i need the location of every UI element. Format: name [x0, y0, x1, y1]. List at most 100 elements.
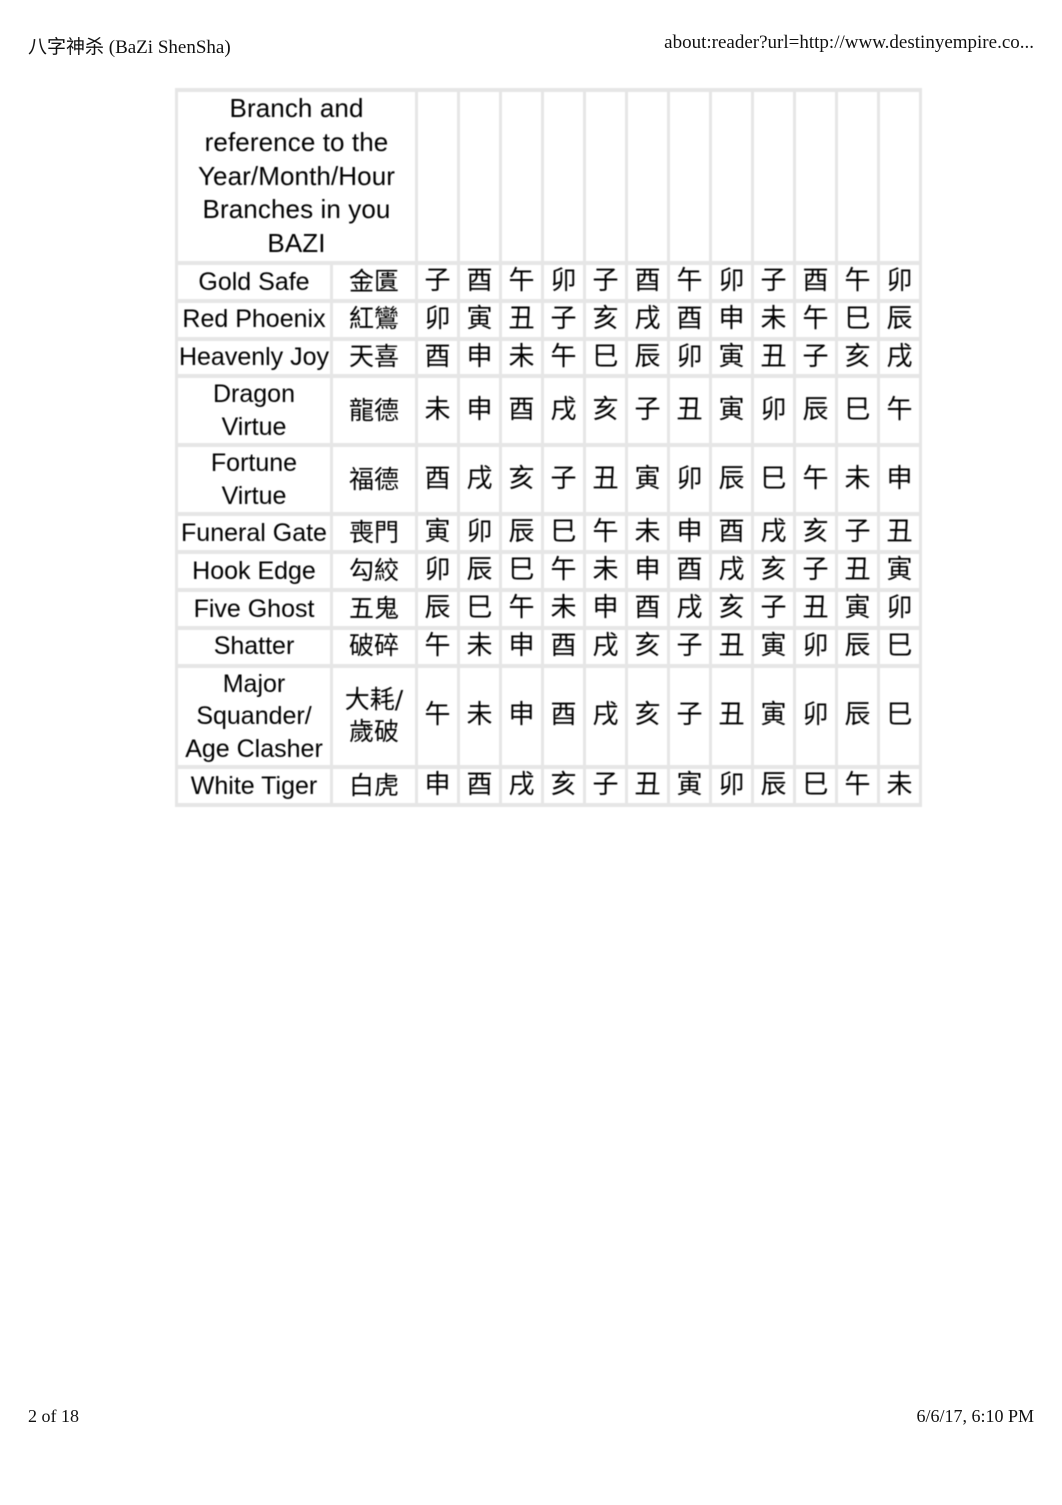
branch-cell: 未 [838, 447, 878, 513]
branch-cell: 辰 [838, 629, 878, 664]
branch-cell: 巳 [544, 516, 584, 551]
branch-cell: 亥 [586, 378, 626, 444]
table-row: Fortune Virtue 福德酉戌亥子丑寅卯辰巳午未申 [178, 447, 920, 513]
star-name-cell: Heavenly Joy [178, 340, 330, 375]
branch-cell: 戌 [670, 591, 710, 626]
star-chinese-cell: 紅鸞 [333, 302, 416, 337]
branch-cell: 酉 [418, 447, 458, 513]
branch-cell: 酉 [712, 516, 752, 551]
table-header-branch-blank [712, 92, 752, 261]
branch-cell: 申 [586, 591, 626, 626]
branch-cell: 午 [544, 554, 584, 588]
branch-cell: 寅 [670, 769, 710, 803]
branch-cell: 亥 [628, 667, 668, 766]
branch-cell: 卯 [796, 667, 836, 766]
branch-cell: 申 [628, 554, 668, 588]
table-row: Red Phoenix 紅鸞卯寅丑子亥戌酉申未午巳辰 [178, 302, 920, 337]
star-name-cell: Hook Edge [178, 554, 330, 588]
branch-cell: 子 [838, 516, 878, 551]
branch-cell: 酉 [628, 591, 668, 626]
branch-cell: 子 [586, 264, 626, 299]
branch-cell: 午 [502, 264, 542, 299]
branch-cell: 亥 [712, 591, 752, 626]
branch-cell: 亥 [838, 340, 878, 375]
branch-cell: 午 [796, 447, 836, 513]
branch-cell: 未 [880, 769, 920, 803]
branch-cell: 辰 [838, 667, 878, 766]
table-body: Gold Safe 金匱子酉午卯子酉午卯子酉午卯 Red Phoenix 紅鸞卯寅丑子… [178, 264, 920, 803]
branch-cell: 戌 [628, 302, 668, 337]
branch-cell: 亥 [586, 302, 626, 337]
branch-cell: 卯 [670, 447, 710, 513]
branch-cell: 卯 [418, 302, 458, 337]
branch-cell: 巳 [460, 591, 500, 626]
branch-cell: 戌 [880, 340, 920, 375]
table-row: Heavenly Joy 天喜酉申未午巳辰卯寅丑子亥戌 [178, 340, 920, 375]
branch-cell: 丑 [670, 378, 710, 444]
table-header-branch-blank [754, 92, 794, 261]
table-header-branch-blank [628, 92, 668, 261]
branch-cell: 寅 [418, 516, 458, 551]
branch-cell: 午 [418, 629, 458, 664]
branch-cell: 戌 [586, 629, 626, 664]
branch-cell: 寅 [838, 591, 878, 626]
table-header-branch-blank [502, 92, 542, 261]
table-header-branch-blank [670, 92, 710, 261]
branch-cell: 丑 [712, 629, 752, 664]
branch-cell: 辰 [628, 340, 668, 375]
branch-cell: 卯 [670, 340, 710, 375]
branch-cell: 卯 [796, 629, 836, 664]
branch-cell: 子 [586, 769, 626, 803]
page-footer: 2 of 18 6/6/17, 6:10 PM [0, 1406, 1062, 1427]
table-row: Major Squander/ Age Clasher 大耗/歲破午未申酉戌亥子丑… [178, 667, 920, 766]
table-row: Funeral Gate 喪門寅卯辰巳午未申酉戌亥子丑 [178, 516, 920, 551]
star-name-cell: Fortune Virtue [178, 447, 330, 513]
print-timestamp: 6/6/17, 6:10 PM [916, 1406, 1034, 1426]
branch-cell: 寅 [754, 629, 794, 664]
branch-cell: 子 [544, 302, 584, 337]
branch-cell: 辰 [712, 447, 752, 513]
branch-cell: 寅 [460, 302, 500, 337]
star-name-cell: Dragon Virtue [178, 378, 330, 444]
branch-cell: 辰 [880, 302, 920, 337]
branch-cell: 辰 [460, 554, 500, 588]
branch-cell: 寅 [712, 378, 752, 444]
branch-cell: 巳 [838, 302, 878, 337]
branch-cell: 午 [796, 302, 836, 337]
branch-cell: 戌 [460, 447, 500, 513]
branch-cell: 子 [544, 447, 584, 513]
branch-cell: 未 [418, 378, 458, 444]
branch-cell: 酉 [544, 667, 584, 766]
branch-cell: 申 [418, 769, 458, 803]
branch-cell: 午 [502, 591, 542, 626]
branch-cell: 寅 [628, 447, 668, 513]
branch-cell: 丑 [628, 769, 668, 803]
branch-cell: 戌 [586, 667, 626, 766]
table-header-branch-blank [460, 92, 500, 261]
branch-cell: 申 [502, 629, 542, 664]
branch-cell: 卯 [460, 516, 500, 551]
table-header-branch-blank [838, 92, 878, 261]
star-name-cell: Red Phoenix [178, 302, 330, 337]
branch-cell: 戌 [544, 378, 584, 444]
branch-cell: 酉 [628, 264, 668, 299]
table-row: Gold Safe 金匱子酉午卯子酉午卯子酉午卯 [178, 264, 920, 299]
branch-cell: 子 [796, 554, 836, 588]
branch-cell: 子 [796, 340, 836, 375]
branch-cell: 寅 [712, 340, 752, 375]
branch-cell: 子 [628, 378, 668, 444]
branch-cell: 巳 [586, 340, 626, 375]
table-header-branch-blank [796, 92, 836, 261]
branch-cell: 辰 [502, 516, 542, 551]
table-header-branch-blank [586, 92, 626, 261]
branch-cell: 申 [502, 667, 542, 766]
branch-cell: 申 [880, 447, 920, 513]
branch-cell: 午 [544, 340, 584, 375]
branch-cell: 辰 [418, 591, 458, 626]
star-name-cell: White Tiger [178, 769, 330, 803]
branch-cell: 酉 [544, 629, 584, 664]
table-header-branch-blank [880, 92, 920, 261]
branch-cell: 未 [460, 629, 500, 664]
branch-cell: 戌 [712, 554, 752, 588]
branch-cell: 巳 [880, 667, 920, 766]
